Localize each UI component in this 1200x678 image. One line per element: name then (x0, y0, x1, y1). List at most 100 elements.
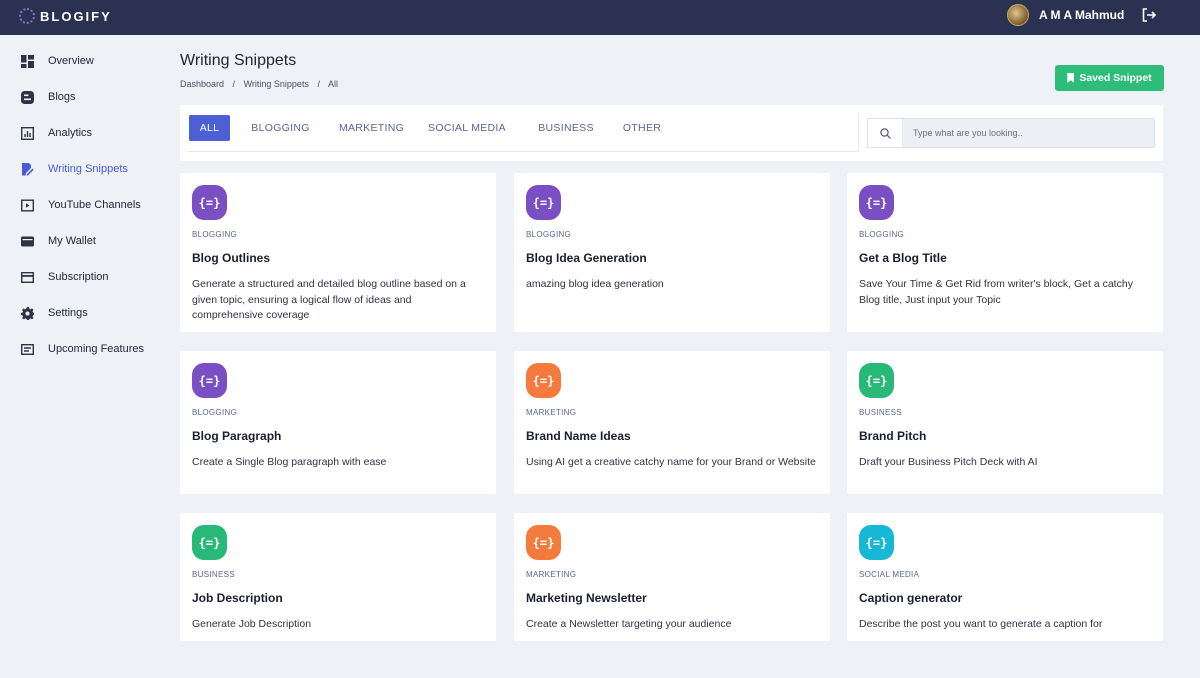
snippet-category: BUSINESS (192, 570, 235, 579)
snippet-category: SOCIAL MEDIA (859, 570, 920, 579)
snippet-card[interactable]: {=} BLOGGING Blog Outlines Generate a st… (180, 173, 496, 332)
snippet-icon: {=} (859, 525, 894, 560)
sidebar-item-label: My Wallet (48, 235, 96, 247)
page-title: Writing Snippets (180, 52, 297, 69)
tab-business[interactable]: BUSINESS (532, 115, 600, 141)
snippet-card[interactable]: {=} MARKETING Brand Name Ideas Using AI … (514, 351, 830, 494)
snippet-icon: {=} (526, 525, 561, 560)
snippet-title: Blog Outlines (192, 251, 270, 265)
youtube-icon (20, 198, 34, 212)
tab-all[interactable]: ALL (189, 115, 230, 141)
blog-icon (20, 90, 34, 104)
snippet-icon: {=} (526, 363, 561, 398)
app-name: BLOGIFY (40, 8, 112, 24)
breadcrumb-dashboard[interactable]: Dashboard (180, 79, 224, 89)
snippet-card[interactable]: {=} BUSINESS Job Description Generate Jo… (180, 513, 496, 641)
search-icon[interactable] (868, 119, 903, 147)
app-logo[interactable]: BLOGIFY (19, 8, 112, 24)
search-box (867, 118, 1155, 148)
features-icon (20, 342, 34, 356)
snippet-category: MARKETING (526, 408, 577, 417)
snippet-description: Using AI get a creative catchy name for … (526, 456, 816, 468)
sidebar-item-settings[interactable]: Settings (0, 295, 160, 331)
sidebar-item-writing-snippets[interactable]: Writing Snippets (0, 151, 160, 187)
snippet-description: Generate a structured and detailed blog … (192, 278, 466, 321)
sidebar: Overview Blogs Analytics Writing Snippet… (0, 35, 160, 678)
snippet-category: BLOGGING (192, 408, 238, 417)
snippet-title: Marketing Newsletter (526, 591, 647, 605)
snippet-card[interactable]: {=} SOCIAL MEDIA Caption generator Descr… (847, 513, 1163, 641)
sidebar-item-label: Subscription (48, 271, 109, 283)
breadcrumb-separator: / (317, 79, 320, 89)
tab-blogging[interactable]: BLOGGING (243, 115, 318, 141)
breadcrumb: Dashboard / Writing Snippets / All (180, 79, 344, 89)
snippet-category: BLOGGING (859, 230, 905, 239)
card-icon (20, 270, 34, 284)
wallet-icon (20, 234, 34, 248)
snippet-description: Create a Single Blog paragraph with ease (192, 456, 387, 468)
sidebar-item-subscription[interactable]: Subscription (0, 259, 160, 295)
user-menu[interactable]: A M A Mahmud (1007, 4, 1124, 26)
sidebar-item-label: Upcoming Features (48, 343, 144, 355)
sidebar-item-label: YouTube Channels (48, 199, 141, 211)
snippet-category: BLOGGING (192, 230, 238, 239)
logo-icon (19, 8, 35, 24)
sidebar-item-my-wallet[interactable]: My Wallet (0, 223, 160, 259)
sidebar-item-label: Blogs (48, 91, 76, 103)
sidebar-item-label: Analytics (48, 127, 93, 139)
top-bar: BLOGIFY A M A Mahmud (0, 0, 1200, 35)
snippet-card[interactable]: {=} BLOGGING Blog Paragraph Create a Sin… (180, 351, 496, 494)
sidebar-item-youtube-channels[interactable]: YouTube Channels (0, 187, 160, 223)
snippet-icon: {=} (859, 185, 894, 220)
logout-icon[interactable] (1141, 7, 1159, 25)
snippet-title: Caption generator (859, 591, 963, 605)
filter-panel: ALL BLOGGING MARKETING SOCIAL MEDIA BUSI… (180, 105, 1163, 161)
saved-snippet-label: Saved Snippet (1079, 72, 1152, 84)
dashboard-icon (20, 54, 34, 68)
snippet-icon: {=} (526, 185, 561, 220)
snippet-category: BUSINESS (859, 408, 902, 417)
sidebar-item-analytics[interactable]: Analytics (0, 115, 160, 151)
snippet-card[interactable]: {=} BLOGGING Get a Blog Title Save Your … (847, 173, 1163, 332)
avatar[interactable] (1007, 4, 1029, 26)
snippet-icon: {=} (192, 525, 227, 560)
gear-icon (20, 306, 34, 320)
snippet-description: Save Your Time & Get Rid from writer's b… (859, 278, 1133, 306)
snippet-title: Brand Pitch (859, 429, 927, 443)
snippet-card[interactable]: {=} BUSINESS Brand Pitch Draft your Busi… (847, 351, 1163, 494)
snippet-description: amazing blog idea generation (526, 278, 664, 290)
snippet-title: Brand Name Ideas (526, 429, 631, 443)
breadcrumb-separator: / (232, 79, 236, 89)
snippet-title: Job Description (192, 591, 283, 605)
sidebar-item-label: Writing Snippets (48, 163, 128, 175)
sidebar-item-upcoming-features[interactable]: Upcoming Features (0, 331, 160, 367)
snippet-icon: {=} (192, 185, 227, 220)
snippet-card[interactable]: {=} MARKETING Marketing Newsletter Creat… (514, 513, 830, 641)
snippet-icon: {=} (192, 363, 227, 398)
analytics-icon (20, 126, 34, 140)
edit-icon (20, 162, 34, 176)
user-name: A M A Mahmud (1039, 8, 1125, 22)
bookmark-icon (1067, 73, 1075, 83)
breadcrumb-writing-snippets[interactable]: Writing Snippets (244, 79, 309, 89)
snippet-description: Draft your Business Pitch Deck with AI (859, 456, 1038, 468)
sidebar-item-label: Overview (48, 55, 94, 67)
snippet-title: Blog Idea Generation (526, 251, 647, 265)
sidebar-item-overview[interactable]: Overview (0, 43, 160, 79)
snippet-category: BLOGGING (526, 230, 572, 239)
saved-snippet-button[interactable]: Saved Snippet (1055, 65, 1164, 91)
snippet-category: MARKETING (526, 570, 577, 579)
breadcrumb-all: All (328, 79, 339, 89)
snippet-description: Generate Job Description (192, 618, 312, 630)
search-input[interactable] (903, 119, 1154, 147)
sidebar-item-label: Settings (48, 307, 88, 319)
tab-other[interactable]: OTHER (616, 115, 668, 141)
tab-marketing[interactable]: MARKETING (332, 115, 411, 141)
snippet-description: Describe the post you want to generate a… (859, 618, 1103, 630)
snippet-title: Blog Paragraph (192, 429, 282, 443)
snippet-description: Create a Newsletter targeting your audie… (526, 618, 732, 630)
snippet-card[interactable]: {=} BLOGGING Blog Idea Generation amazin… (514, 173, 830, 332)
snippet-icon: {=} (859, 363, 894, 398)
sidebar-item-blogs[interactable]: Blogs (0, 79, 160, 115)
tab-social-media[interactable]: SOCIAL MEDIA (427, 115, 507, 141)
